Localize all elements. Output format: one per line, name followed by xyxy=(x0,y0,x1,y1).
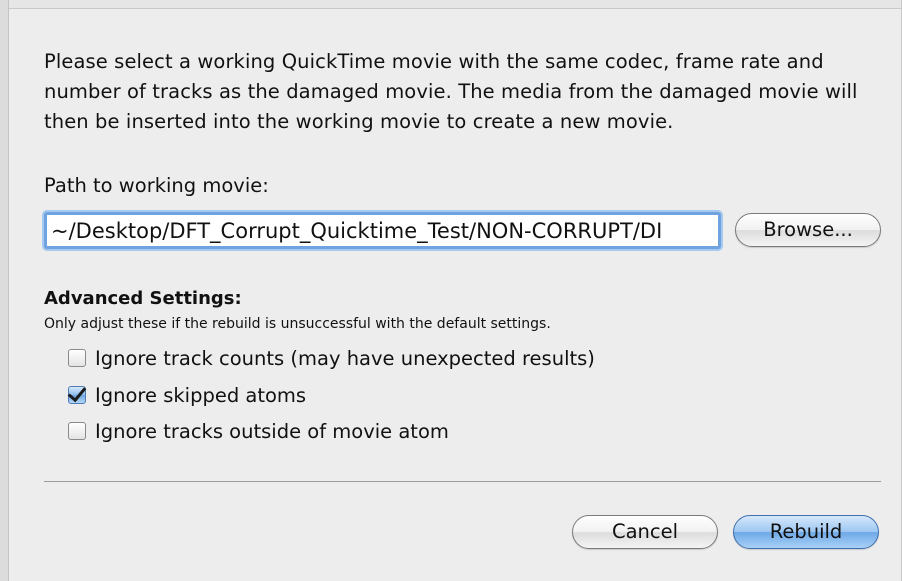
option-ignore-track-counts[interactable]: Ignore track counts (may have unexpected… xyxy=(68,346,595,370)
working-movie-path-input[interactable] xyxy=(44,212,721,249)
option-ignore-skipped-atoms[interactable]: Ignore skipped atoms xyxy=(68,383,306,407)
ignore-track-counts-label: Ignore track counts (may have unexpected… xyxy=(95,346,595,370)
ignore-track-counts-checkbox[interactable] xyxy=(68,349,86,367)
intro-text: Please select a working QuickTime movie … xyxy=(44,50,858,133)
separator xyxy=(44,481,881,482)
advanced-settings-title: Advanced Settings: xyxy=(44,288,242,309)
browse-button[interactable]: Browse... xyxy=(735,213,881,247)
advanced-settings-note: Only adjust these if the rebuild is unsu… xyxy=(44,316,551,332)
ignore-skipped-atoms-checkbox[interactable] xyxy=(68,386,86,404)
window-left-edge xyxy=(0,0,9,581)
window-top-edge xyxy=(0,0,902,9)
rebuild-button[interactable]: Rebuild xyxy=(733,515,879,549)
ignore-tracks-outside-movie-atom-checkbox[interactable] xyxy=(68,422,86,440)
ignore-skipped-atoms-label: Ignore skipped atoms xyxy=(95,383,307,407)
path-label: Path to working movie: xyxy=(44,174,269,197)
cancel-button[interactable]: Cancel xyxy=(572,515,718,549)
ignore-tracks-outside-movie-atom-label: Ignore tracks outside of movie atom xyxy=(95,419,449,443)
option-ignore-tracks-outside-movie-atom[interactable]: Ignore tracks outside of movie atom xyxy=(68,419,449,443)
